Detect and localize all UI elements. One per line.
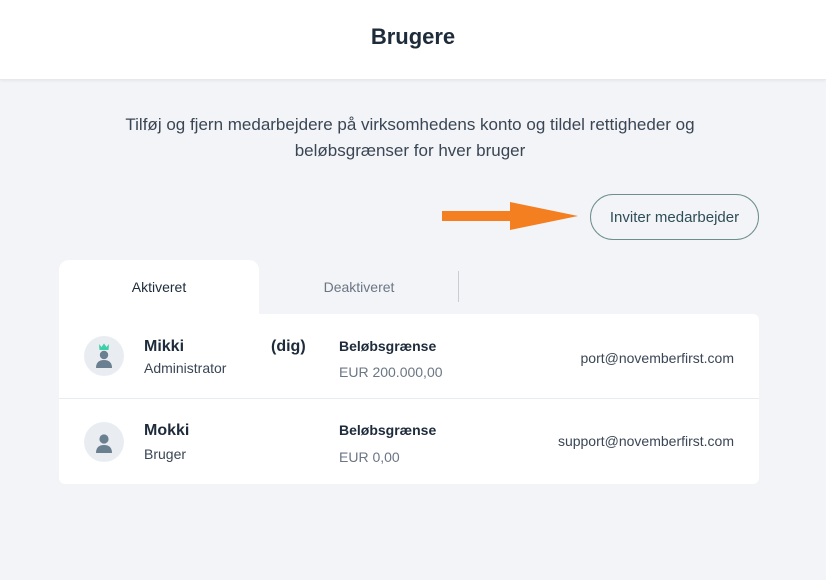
user-role: Administrator — [144, 360, 227, 376]
top-bar: Brugere — [0, 0, 826, 80]
user-email: support@novemberfirst.com — [557, 433, 734, 449]
user-row[interactable]: Mikki (dig) Administrator Beløbsgrænse E… — [59, 314, 759, 399]
limit-label: Beløbsgrænse — [339, 422, 437, 438]
page-description: Tilføj og fjern medarbejdere på virksomh… — [125, 115, 695, 160]
user-role: Bruger — [144, 446, 187, 462]
limit-value: EUR 200.000,00 — [339, 364, 443, 380]
tab-activated[interactable]: Aktiveret — [59, 260, 259, 314]
user-name: Mikki — [144, 338, 185, 355]
user-list: Mikki (dig) Administrator Beløbsgrænse E… — [59, 314, 759, 484]
status-tabs: Aktiveret Deaktiveret — [59, 260, 759, 314]
current-user-tag: (dig) — [271, 338, 306, 355]
orange-arrow-icon — [442, 202, 578, 230]
user-icon — [84, 422, 124, 462]
users-card: Aktiveret Deaktiveret Mikki (dig) Admini… — [59, 260, 759, 484]
admin-user-icon — [84, 336, 124, 376]
tab-deactivated[interactable]: Deaktiveret — [259, 260, 459, 314]
user-name: Mokki — [144, 422, 190, 439]
tab-divider — [458, 271, 459, 302]
user-email: port@novemberfirst.com — [580, 350, 734, 366]
invite-employee-button[interactable]: Inviter medarbejder — [590, 194, 759, 240]
user-row[interactable]: Mokki Bruger Beløbsgrænse EUR 0,00 suppo… — [59, 399, 759, 484]
page-title: Brugere — [370, 24, 456, 49]
limit-value: EUR 0,00 — [339, 449, 400, 465]
limit-label: Beløbsgrænse — [339, 338, 437, 354]
